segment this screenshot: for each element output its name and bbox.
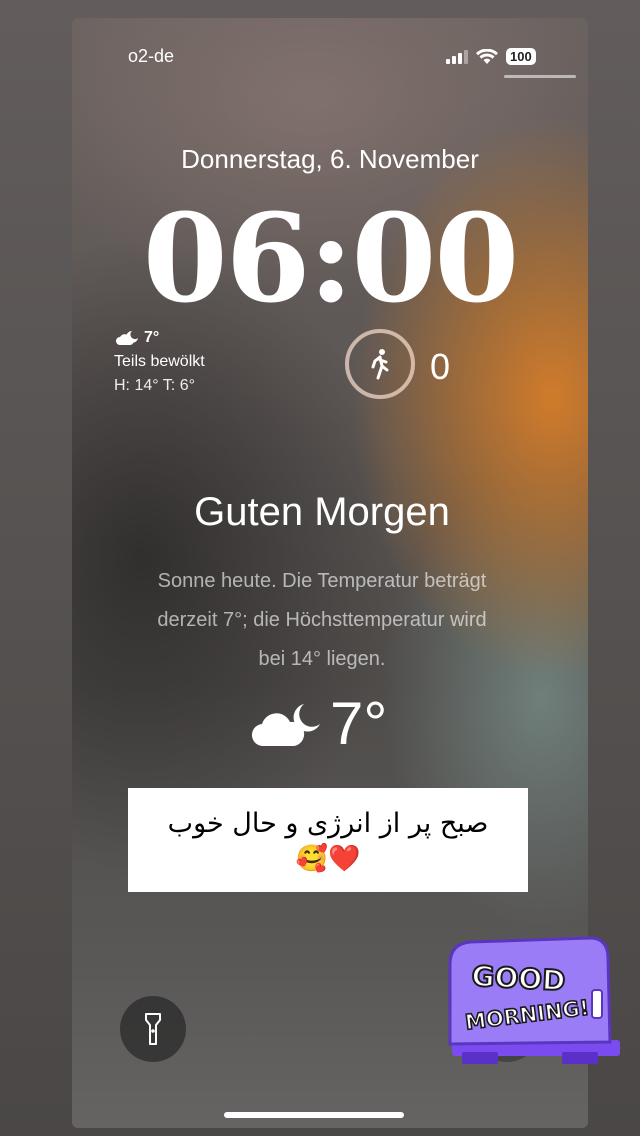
battery-indicator: 100 bbox=[506, 48, 536, 65]
flashlight-icon bbox=[145, 1013, 161, 1045]
partly-cloudy-night-icon bbox=[116, 331, 138, 345]
weather-widget-temperature: 7° bbox=[144, 329, 160, 346]
walking-figure-icon bbox=[371, 349, 389, 380]
weather-widget-condition: Teils bewölkt bbox=[114, 353, 205, 370]
summary-line: bei 14° liegen. bbox=[258, 648, 386, 670]
summary-temperature: 7° bbox=[330, 690, 388, 757]
lock-time: 06:00 bbox=[142, 186, 520, 330]
status-underline bbox=[504, 75, 576, 78]
story-text-box: صبح پر از انرژی و حال خوب 🥰❤️ bbox=[128, 788, 528, 892]
weather-widget-temp-row: 7° bbox=[114, 326, 205, 350]
weather-widget[interactable]: 7° Teils bewölkt H: 14° T: 6° bbox=[114, 326, 205, 398]
activity-count: 0 bbox=[430, 346, 451, 387]
wifi-icon bbox=[476, 48, 498, 64]
carrier-label: o2-de bbox=[128, 46, 175, 66]
lock-date: Donnerstag, 6. November bbox=[181, 144, 479, 174]
greeting-heading: Guten Morgen bbox=[194, 490, 450, 534]
emoji-caption: 🥰❤️ bbox=[295, 843, 361, 873]
cellular-signal-icon bbox=[446, 49, 468, 64]
weather-summary: Sonne heute. Die Temperatur beträgt derz… bbox=[122, 562, 522, 679]
flashlight-button[interactable] bbox=[120, 996, 186, 1062]
summary-weather: 7° bbox=[248, 694, 387, 754]
status-icons: 100 bbox=[446, 48, 536, 65]
partly-cloudy-night-icon bbox=[251, 704, 320, 747]
good-morning-sticker: GOOD MORNING! bbox=[442, 934, 622, 1066]
sticker-line1: GOOD bbox=[471, 960, 566, 998]
story-background: o2-de 100 Donnerstag, 6. November 06:00 bbox=[0, 0, 640, 1136]
weather-widget-high-low: H: 14° T: 6° bbox=[114, 377, 195, 394]
activity-ring[interactable] bbox=[345, 329, 415, 399]
home-indicator[interactable] bbox=[224, 1112, 404, 1118]
summary-line: derzeit 7°; die Höchsttemperatur wird bbox=[157, 609, 487, 631]
summary-line: Sonne heute. Die Temperatur beträgt bbox=[157, 570, 487, 592]
persian-caption: صبح پر از انرژی و حال خوب bbox=[167, 808, 489, 839]
